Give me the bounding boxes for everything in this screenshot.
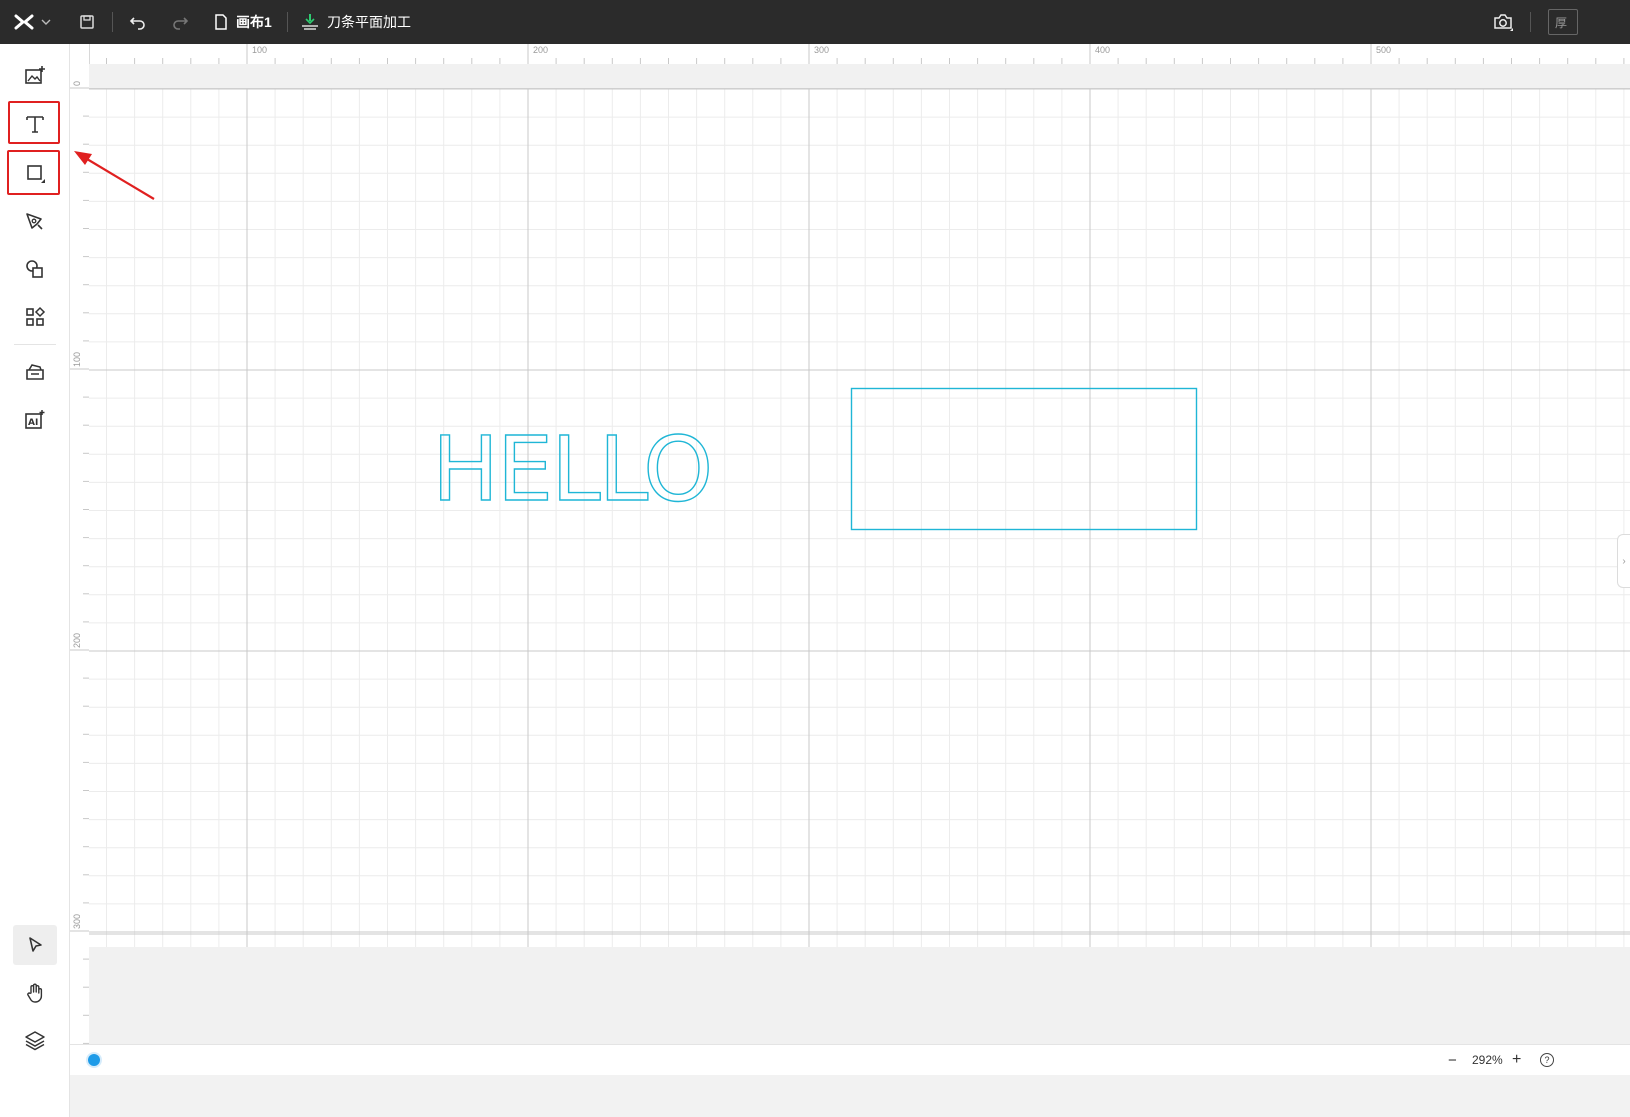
text-tool-highlight (8, 101, 60, 144)
library-icon (26, 364, 44, 380)
image-add-tool[interactable] (13, 56, 57, 96)
status-bar: − 292% + ? (70, 1044, 1630, 1075)
design-objects-layer: HELLO (431, 387, 1198, 531)
cursor-arrow-icon (29, 937, 42, 952)
pen-tool[interactable] (13, 202, 57, 242)
top-bar: 画布1 刀条平面加工 厚 (0, 0, 1630, 44)
save-button[interactable] (78, 0, 96, 44)
ruler-ticks (106, 44, 1625, 64)
select-tool[interactable] (13, 925, 57, 965)
zoom-out-button[interactable]: − (1448, 1045, 1457, 1075)
zoom-in-button[interactable]: + (1512, 1045, 1521, 1075)
ruler-label-0: 0 (72, 80, 82, 86)
artboard[interactable]: HELLO (89, 88, 1630, 947)
zoom-out-icon: − (1448, 1051, 1457, 1069)
x-logo-icon (14, 14, 34, 30)
toolbar-divider (14, 344, 56, 345)
right-panel-toggle[interactable]: › (1617, 534, 1630, 588)
help-button[interactable]: ? (1540, 1045, 1554, 1075)
rectangle-tool-highlight (7, 150, 60, 195)
zoom-level[interactable]: 292% (1472, 1045, 1503, 1075)
ruler-label-200: 200 (72, 632, 82, 648)
shapes-tool[interactable] (13, 249, 57, 289)
save-icon (80, 15, 94, 29)
redo-icon (173, 17, 189, 30)
processing-mode-selector[interactable]: 刀条平面加工 (301, 0, 411, 44)
hand-icon (27, 983, 43, 1003)
ruler-label-100: 100 (72, 351, 82, 367)
material-library-tool[interactable] (13, 352, 57, 392)
thickness-panel-tab[interactable]: 厚 (1548, 0, 1578, 44)
ruler-label-500: 500 (1376, 45, 1392, 55)
pen-nib-icon (26, 213, 43, 230)
canvas-name: 画布1 (236, 14, 272, 30)
canvas-name-tab[interactable]: 画布1 (214, 0, 272, 44)
toolbar-divider (1530, 12, 1531, 32)
hello-text-object[interactable]: HELLO (431, 416, 714, 521)
grid-elements-icon (26, 306, 46, 326)
svg-text:AI: AI (28, 418, 38, 428)
shapes-icon (26, 260, 43, 278)
image-plus-icon (25, 66, 45, 84)
annotation-arrow (74, 151, 155, 200)
blade-processing-icon (302, 14, 318, 30)
elements-tool[interactable] (13, 297, 57, 337)
help-icon: ? (1540, 1053, 1554, 1067)
layers-tool[interactable] (13, 1020, 57, 1060)
ai-tool[interactable]: AI (13, 400, 57, 440)
horizontal-ruler[interactable]: 100 200 300 400 500 (89, 44, 1630, 65)
camera-icon (1494, 14, 1513, 31)
toolbar-divider (287, 12, 288, 32)
ai-icon: AI (25, 410, 45, 429)
zoom-value: 292% (1472, 1053, 1503, 1067)
connection-status-dot (88, 1054, 100, 1066)
hand-tool[interactable] (13, 973, 57, 1013)
undo-button[interactable] (128, 0, 148, 44)
rectangle-object[interactable] (850, 387, 1198, 531)
ruler-label-400: 400 (1095, 45, 1111, 55)
processing-mode-label: 刀条平面加工 (327, 14, 411, 30)
chevron-right-icon: › (1622, 555, 1626, 567)
chevron-down-icon (41, 19, 51, 25)
undo-icon (129, 17, 145, 30)
zoom-in-icon: + (1512, 1051, 1522, 1068)
ruler-label-200: 200 (533, 45, 549, 55)
app-menu-button[interactable] (14, 0, 52, 44)
thickness-label: 厚 (1555, 15, 1568, 30)
toolbar-divider (112, 12, 113, 32)
ruler-label-300: 300 (72, 913, 82, 929)
screenshot-button[interactable] (1492, 0, 1514, 44)
redo-button[interactable] (170, 0, 190, 44)
file-icon (215, 14, 227, 30)
layers-icon (25, 1031, 45, 1051)
ruler-label-300: 300 (814, 45, 830, 55)
ruler-label-100: 100 (252, 45, 268, 55)
